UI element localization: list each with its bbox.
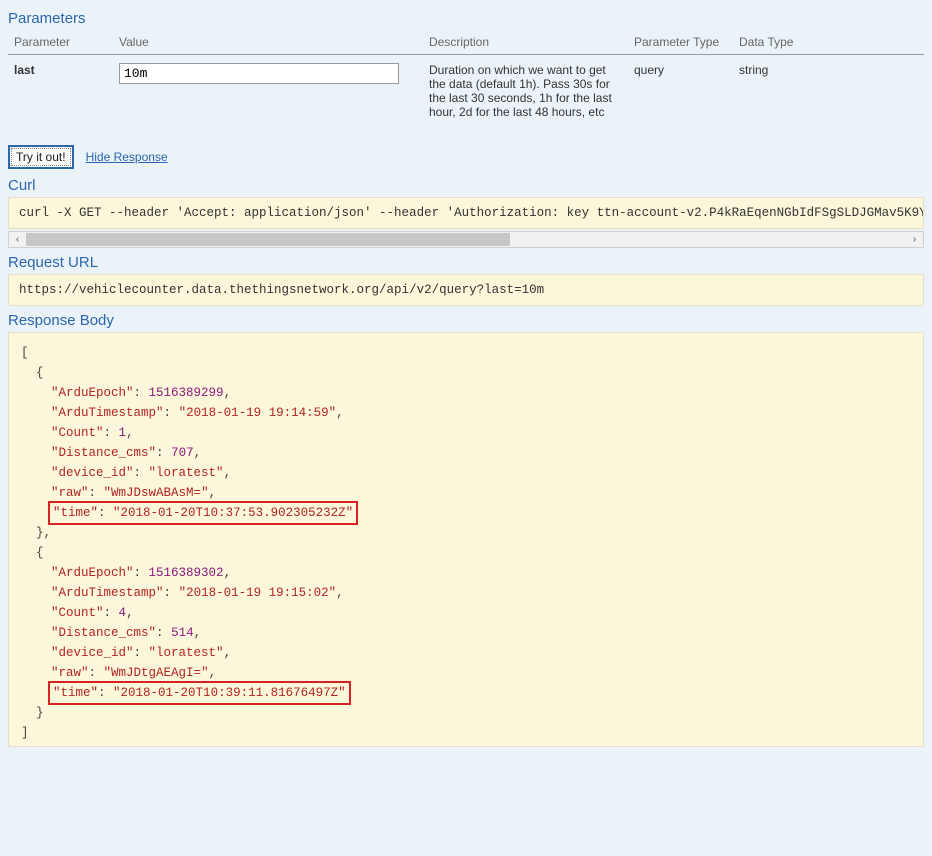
col-parameter: Parameter bbox=[8, 30, 113, 55]
param-name: last bbox=[8, 55, 113, 128]
scroll-right-icon[interactable]: › bbox=[906, 232, 923, 247]
scroll-track[interactable] bbox=[26, 232, 906, 247]
parameters-table: Parameter Value Description Parameter Ty… bbox=[8, 30, 924, 127]
col-data-type: Data Type bbox=[733, 30, 924, 55]
col-value: Value bbox=[113, 30, 423, 55]
table-row: last Duration on which we want to get th… bbox=[8, 55, 924, 128]
param-data-type: string bbox=[733, 55, 924, 128]
scroll-thumb[interactable] bbox=[26, 233, 510, 246]
request-url-heading: Request URL bbox=[8, 254, 924, 271]
try-button[interactable]: Try it out! bbox=[8, 145, 74, 169]
param-description: Duration on which we want to get the dat… bbox=[423, 55, 628, 128]
hide-response-link[interactable]: Hide Response bbox=[86, 150, 168, 164]
param-type: query bbox=[628, 55, 733, 128]
curl-block: curl -X GET --header 'Accept: applicatio… bbox=[8, 197, 924, 229]
col-parameter-type: Parameter Type bbox=[628, 30, 733, 55]
curl-heading: Curl bbox=[8, 177, 924, 194]
parameters-heading: Parameters bbox=[8, 10, 924, 27]
response-body-heading: Response Body bbox=[8, 312, 924, 329]
param-value-input[interactable] bbox=[119, 63, 399, 84]
scroll-left-icon[interactable]: ‹ bbox=[9, 232, 26, 247]
response-body-block[interactable]: [ { "ArduEpoch": 1516389299, "ArduTimest… bbox=[8, 332, 924, 747]
col-description: Description bbox=[423, 30, 628, 55]
request-url-block: https://vehiclecounter.data.thethingsnet… bbox=[8, 274, 924, 306]
scrollbar[interactable]: ‹ › bbox=[8, 231, 924, 248]
